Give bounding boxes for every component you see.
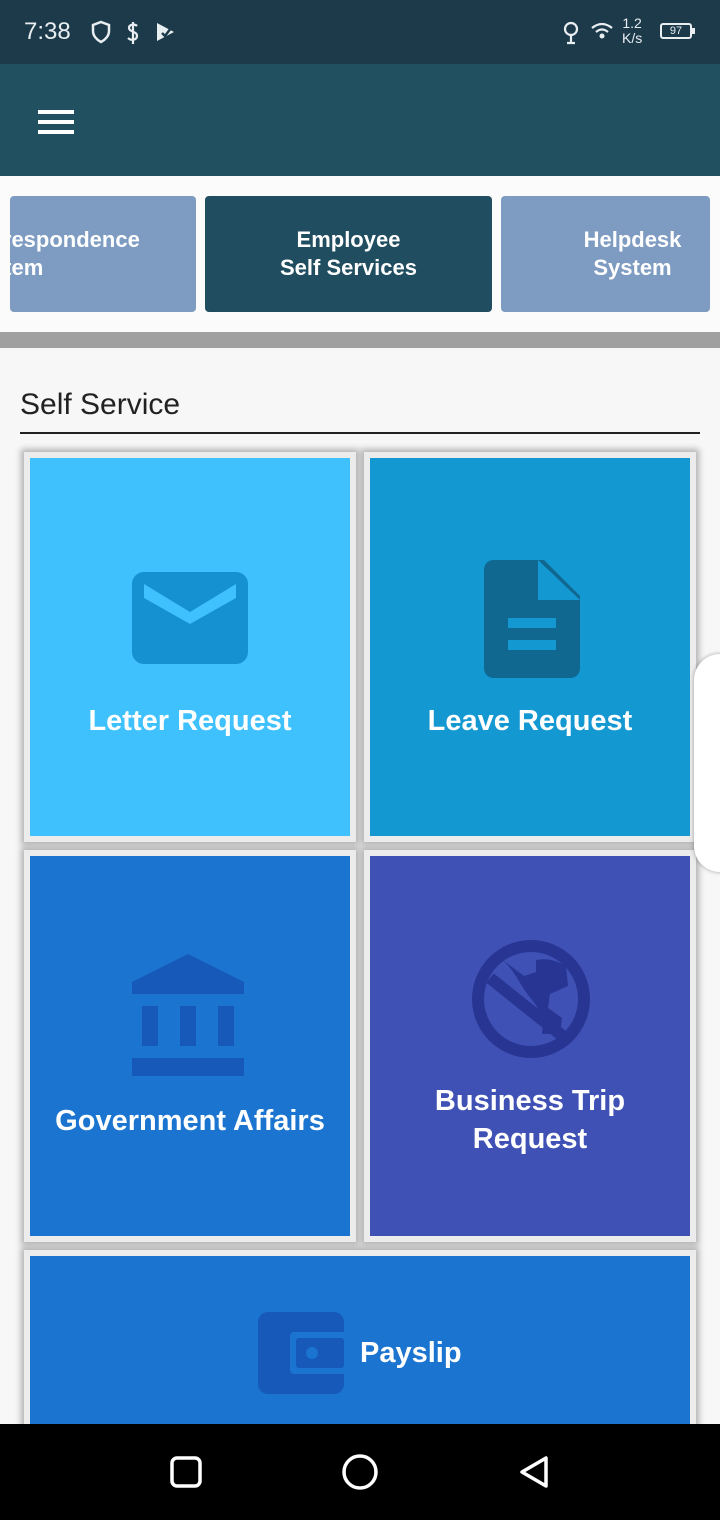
navigation-bar xyxy=(0,1424,720,1520)
location-icon xyxy=(562,20,580,51)
envelope-icon xyxy=(132,572,248,664)
network-speed: 1.2 K/s xyxy=(622,16,642,46)
business-trip-request-tile[interactable]: Business Trip Request xyxy=(364,850,696,1242)
app-bar xyxy=(0,64,720,176)
status-bar: 7:38 1.2 K/s 97 xyxy=(0,0,720,64)
status-time: 7:38 xyxy=(24,18,71,45)
network-speed-unit: K/s xyxy=(622,30,643,46)
globe-icon xyxy=(472,940,590,1058)
letter-request-tile[interactable]: Letter Request xyxy=(24,452,356,842)
tile-label: Government Affairs xyxy=(55,1105,325,1137)
battery-indicator: 97 xyxy=(660,23,695,39)
dollar-icon xyxy=(124,20,142,51)
section-underline xyxy=(20,432,700,434)
tab-label: Correspondence System xyxy=(10,227,140,280)
play-store-icon xyxy=(154,20,178,49)
tile-label: Letter Request xyxy=(88,705,292,737)
tile-label: Leave Request xyxy=(427,705,633,737)
tab-label: Helpdesk System xyxy=(583,227,682,280)
edge-panel-handle[interactable] xyxy=(694,654,720,872)
circle-icon xyxy=(342,1454,378,1490)
shield-icon xyxy=(90,20,112,49)
triangle-back-icon xyxy=(520,1456,548,1488)
divider-band xyxy=(0,332,720,348)
home-button[interactable] xyxy=(338,1450,382,1494)
tab-helpdesk-system[interactable]: Helpdesk System xyxy=(501,196,710,312)
document-icon xyxy=(484,560,580,678)
bank-icon xyxy=(132,954,244,1076)
tile-label: Business Trip Request xyxy=(434,1085,626,1155)
wallet-icon xyxy=(258,1312,348,1394)
section-title: Self Service xyxy=(20,388,181,421)
government-affairs-tile[interactable]: Government Affairs xyxy=(24,850,356,1242)
back-button[interactable] xyxy=(512,1450,556,1494)
network-speed-value: 1.2 xyxy=(622,15,642,31)
tab-employee-self-services[interactable]: Employee Self Services xyxy=(205,196,492,312)
tab-label: Employee Self Services xyxy=(280,227,417,280)
wifi-icon xyxy=(590,20,614,47)
tile-label: Payslip xyxy=(360,1337,462,1369)
leave-request-tile[interactable]: Leave Request xyxy=(364,452,696,842)
hamburger-menu-icon[interactable] xyxy=(34,106,78,138)
system-tabs: Correspondence System Employee Self Serv… xyxy=(0,176,720,332)
square-icon xyxy=(170,1456,202,1488)
recent-apps-button[interactable] xyxy=(164,1450,208,1494)
tab-correspondence-system[interactable]: Correspondence System xyxy=(10,196,196,312)
